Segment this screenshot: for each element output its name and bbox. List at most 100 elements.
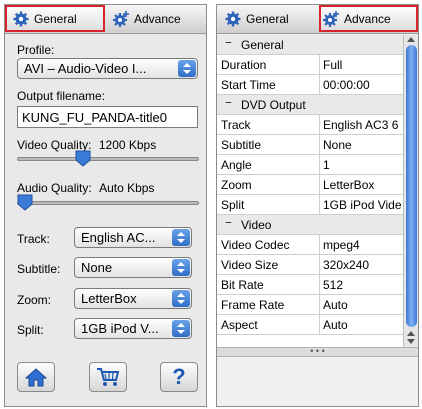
property-value[interactable]: mpeg4 — [323, 238, 403, 252]
subtitle-value: None — [81, 260, 113, 275]
column-divider — [319, 315, 320, 335]
zoom-value: LetterBox — [81, 291, 137, 306]
tab-general[interactable]: General — [5, 5, 105, 32]
split-select[interactable]: 1GB iPod V... — [74, 318, 192, 339]
scroll-down-icon[interactable] — [407, 339, 415, 344]
property-key: Zoom — [221, 178, 252, 192]
property-value[interactable]: 00:00:00 — [323, 78, 403, 92]
audio-quality-label: Audio Quality: Auto Kbps — [17, 181, 154, 195]
column-divider — [319, 155, 320, 175]
left-tab-bar: General Advance — [5, 5, 206, 34]
collapse-icon[interactable]: − — [223, 218, 234, 229]
help-icon: ? — [172, 364, 186, 389]
property-row[interactable]: Aspect Auto — [217, 315, 403, 335]
vertical-scrollbar[interactable] — [403, 35, 418, 347]
property-key: Start Time — [221, 78, 276, 92]
subtitle-label: Subtitle: — [17, 262, 61, 276]
column-divider — [319, 135, 320, 155]
home-button[interactable] — [17, 362, 55, 392]
property-row[interactable]: Angle 1 — [217, 155, 403, 175]
property-key: Duration — [221, 58, 267, 72]
property-row[interactable]: Video Size 320x240 — [217, 255, 403, 275]
tab-advance-label: Advance — [134, 11, 181, 26]
output-filename-label: Output filename: — [17, 89, 106, 103]
property-value[interactable]: 512 — [323, 278, 403, 292]
track-select[interactable]: English AC... — [74, 227, 192, 248]
property-row[interactable]: Video Codec mpeg4 — [217, 235, 403, 255]
gear-plus-icon — [113, 10, 129, 27]
property-row[interactable]: Subtitle None — [217, 135, 403, 155]
property-value[interactable]: Auto — [323, 318, 403, 332]
column-divider — [319, 255, 320, 275]
subtitle-select[interactable]: None — [74, 257, 192, 278]
property-row[interactable]: Start Time 00:00:00 — [217, 75, 403, 95]
audio-quality-slider[interactable] — [17, 194, 33, 211]
property-value[interactable]: Auto — [323, 298, 403, 312]
stepper-arrows-icon — [172, 229, 190, 246]
right-tab-bar: General Advance — [217, 5, 418, 34]
gear-icon — [13, 11, 29, 26]
category-row[interactable]: − General — [217, 35, 403, 55]
property-key: Frame Rate — [221, 298, 285, 312]
column-divider — [319, 295, 320, 315]
tab-general-label: General — [246, 11, 289, 26]
scroll-up-icon[interactable] — [407, 331, 415, 336]
help-button[interactable]: ? — [160, 362, 198, 392]
splitter-handle[interactable]: • • • — [217, 347, 418, 357]
collapse-icon[interactable]: − — [223, 38, 234, 49]
column-divider — [319, 275, 320, 295]
column-divider — [319, 55, 320, 75]
category-label: Video — [241, 218, 272, 232]
property-key: Video Size — [221, 258, 279, 272]
property-key: Split — [221, 198, 245, 212]
video-quality-value: 1200 Kbps — [98, 138, 157, 152]
property-value[interactable]: English AC3 6 — [323, 118, 403, 132]
property-row[interactable]: Duration Full — [217, 55, 403, 75]
split-value: 1GB iPod V... — [81, 321, 159, 336]
property-grid: − General Duration Full Start Time 00:00:00− D… — [217, 35, 403, 347]
property-key: Subtitle — [221, 138, 262, 152]
category-row[interactable]: − DVD Output — [217, 95, 403, 115]
property-row[interactable]: Zoom LetterBox — [217, 175, 403, 195]
column-divider — [319, 75, 320, 95]
profile-value: AVI – Audio-Video I... — [24, 61, 147, 76]
audio-quality-title: Audio Quality: — [17, 181, 92, 195]
video-quality-slider[interactable] — [75, 150, 91, 167]
property-value[interactable]: LetterBox — [323, 178, 403, 192]
property-value[interactable]: 1 — [323, 158, 403, 172]
zoom-label: Zoom: — [17, 293, 52, 307]
collapse-icon[interactable]: − — [223, 98, 234, 109]
tab-advance[interactable]: Advance — [109, 5, 205, 32]
profile-select[interactable]: AVI – Audio-Video I... — [17, 58, 198, 79]
property-value[interactable]: 1GB iPod Vide — [323, 198, 403, 212]
tab-advance-label: Advance — [344, 11, 391, 26]
audio-quality-track — [17, 201, 199, 205]
property-value[interactable]: Full — [323, 58, 403, 72]
scroll-up-icon[interactable] — [407, 37, 415, 42]
gear-plus-icon — [323, 10, 339, 27]
output-filename-input[interactable] — [17, 106, 198, 128]
column-divider — [319, 175, 320, 195]
property-row[interactable]: Split 1GB iPod Vide — [217, 195, 403, 215]
tab-advance[interactable]: Advance — [319, 5, 418, 32]
stepper-arrows-icon — [172, 290, 190, 307]
property-key: Bit Rate — [221, 278, 264, 292]
property-row[interactable]: Track English AC3 6 — [217, 115, 403, 135]
property-key: Video Codec — [221, 238, 290, 252]
zoom-select[interactable]: LetterBox — [74, 288, 192, 309]
property-value[interactable]: 320x240 — [323, 258, 403, 272]
scrollbar-thumb[interactable] — [406, 45, 417, 327]
category-label: DVD Output — [241, 98, 306, 112]
split-label: Split: — [17, 323, 44, 337]
track-label: Track: — [17, 232, 50, 246]
buy-button[interactable] — [89, 362, 127, 392]
category-row[interactable]: − Video — [217, 215, 403, 235]
tab-general[interactable]: General — [217, 5, 315, 32]
property-key: Aspect — [221, 318, 258, 332]
property-key: Angle — [221, 158, 252, 172]
home-icon — [25, 368, 47, 387]
property-row[interactable]: Bit Rate 512 — [217, 275, 403, 295]
property-value[interactable]: None — [323, 138, 403, 152]
profile-label: Profile: — [17, 43, 55, 57]
property-row[interactable]: Frame Rate Auto — [217, 295, 403, 315]
